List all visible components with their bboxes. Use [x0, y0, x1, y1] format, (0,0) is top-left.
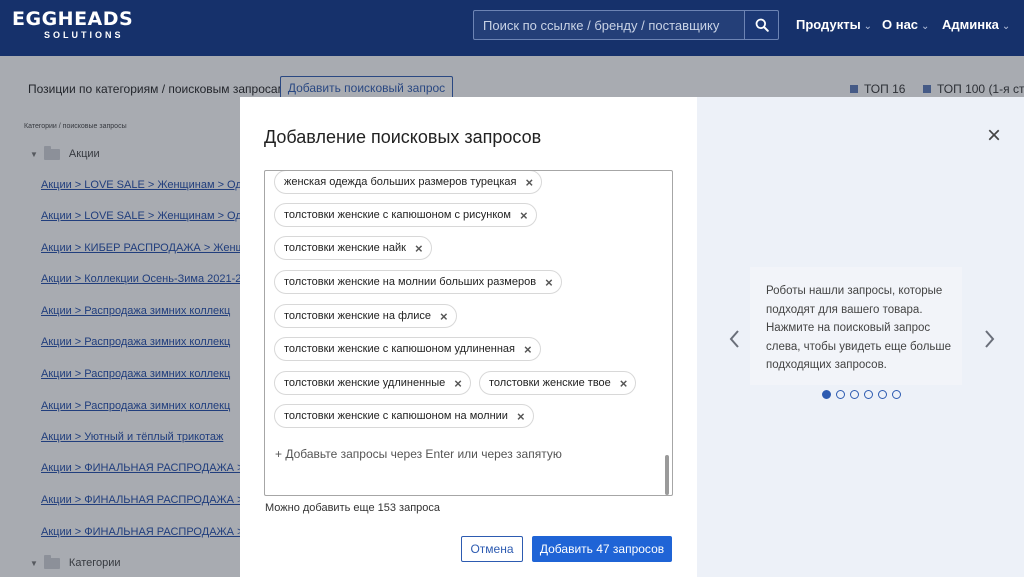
query-tag: толстовки женские найк × — [274, 236, 432, 260]
carousel-dot[interactable] — [850, 390, 859, 399]
nav-about[interactable]: О нас ⌄ — [882, 17, 929, 32]
search-button[interactable] — [744, 10, 779, 40]
chevron-down-icon: ⌄ — [921, 21, 930, 32]
scrollbar-thumb[interactable] — [665, 455, 669, 495]
query-tag: толстовки женские удлиненные × — [274, 371, 471, 395]
query-tag: женская одежда больших размеров турецкая… — [274, 171, 543, 194]
chevron-down-icon: ⌄ — [1001, 21, 1011, 32]
remove-tag-icon[interactable]: × — [545, 276, 553, 289]
search-input[interactable] — [473, 10, 745, 40]
modal-title: Добавление поисковых запросов — [264, 127, 542, 147]
remove-tag-icon[interactable]: × — [620, 377, 628, 390]
chevron-left-icon[interactable] — [727, 327, 743, 351]
query-tag-label: женская одежда больших размеров турецкая — [284, 176, 517, 188]
query-tag: толстовки женские с капюшоном удлиненная… — [274, 337, 541, 361]
nav-products-label: Продукты — [796, 17, 861, 32]
query-tag: толстовки женские с капюшоном с рисунком… — [274, 203, 537, 227]
top-header: EGGHEADS SOLUTIONS Продукты⌄ О нас⌄ Адми… — [0, 0, 1024, 56]
cancel-button[interactable]: Отмена — [461, 536, 523, 562]
carousel-dot[interactable] — [822, 390, 831, 399]
remove-tag-icon[interactable]: × — [517, 410, 525, 423]
query-tag-label: толстовки женские твое — [489, 377, 611, 389]
nav-products[interactable]: Продукты ⌄ — [796, 17, 872, 32]
query-tag-label: толстовки женские на флисе — [284, 310, 432, 322]
tip-text: Роботы нашли запросы, которые подходят д… — [766, 285, 952, 371]
remove-tag-icon[interactable]: × — [440, 310, 448, 323]
remove-tag-icon[interactable]: × — [415, 242, 423, 255]
remove-tag-icon[interactable]: × — [520, 209, 528, 222]
logo-sub-text: SOLUTIONS — [44, 30, 124, 40]
query-tag: толстовки женские на молнии больших разм… — [274, 270, 562, 294]
carousel-dot[interactable] — [892, 390, 901, 399]
query-tag-label: толстовки женские с капюшоном с рисунком — [284, 209, 511, 221]
logo-main-text: EGGHEADS — [12, 8, 134, 30]
remove-tag-icon[interactable]: × — [454, 377, 462, 390]
query-tag-label: толстовки женские удлиненные — [284, 377, 446, 389]
remaining-count: Можно добавить еще 153 запроса — [265, 502, 441, 514]
nav-about-label: О нас — [882, 17, 919, 32]
carousel-dot[interactable] — [836, 390, 845, 399]
submit-queries-button[interactable]: Добавить 47 запросов — [532, 536, 672, 562]
query-tag: толстовки женские с капюшоном на молнии × — [274, 404, 534, 428]
query-tag: толстовки женские твое × — [479, 371, 637, 395]
remove-tag-icon[interactable]: × — [526, 176, 534, 189]
logo[interactable]: EGGHEADS SOLUTIONS — [12, 8, 133, 41]
close-icon[interactable]: × — [984, 124, 1004, 148]
add-query-hint[interactable]: + Добавьте запросы через Enter или через… — [275, 447, 562, 461]
carousel-dot[interactable] — [878, 390, 887, 399]
query-tag: толстовки женские на флисе × — [274, 304, 457, 328]
nav-admin-label: Админка — [942, 17, 999, 32]
carousel-dot[interactable] — [864, 390, 873, 399]
remove-tag-icon[interactable]: × — [524, 343, 532, 356]
query-tag-box[interactable]: женская одежда больших размеров турецкая… — [264, 170, 673, 496]
carousel-dots — [822, 390, 906, 399]
nav-admin[interactable]: Админка ⌄ — [942, 17, 1010, 32]
chevron-right-icon[interactable] — [981, 327, 997, 351]
query-tag-label: толстовки женские найк — [284, 242, 406, 254]
query-tag-label: толстовки женские на молнии больших разм… — [284, 276, 537, 288]
search-icon — [755, 18, 769, 32]
query-tag-label: толстовки женские с капюшоном удлиненная — [284, 343, 515, 355]
chevron-down-icon: ⌄ — [863, 21, 873, 32]
query-tag-label: толстовки женские с капюшоном на молнии — [284, 410, 508, 422]
